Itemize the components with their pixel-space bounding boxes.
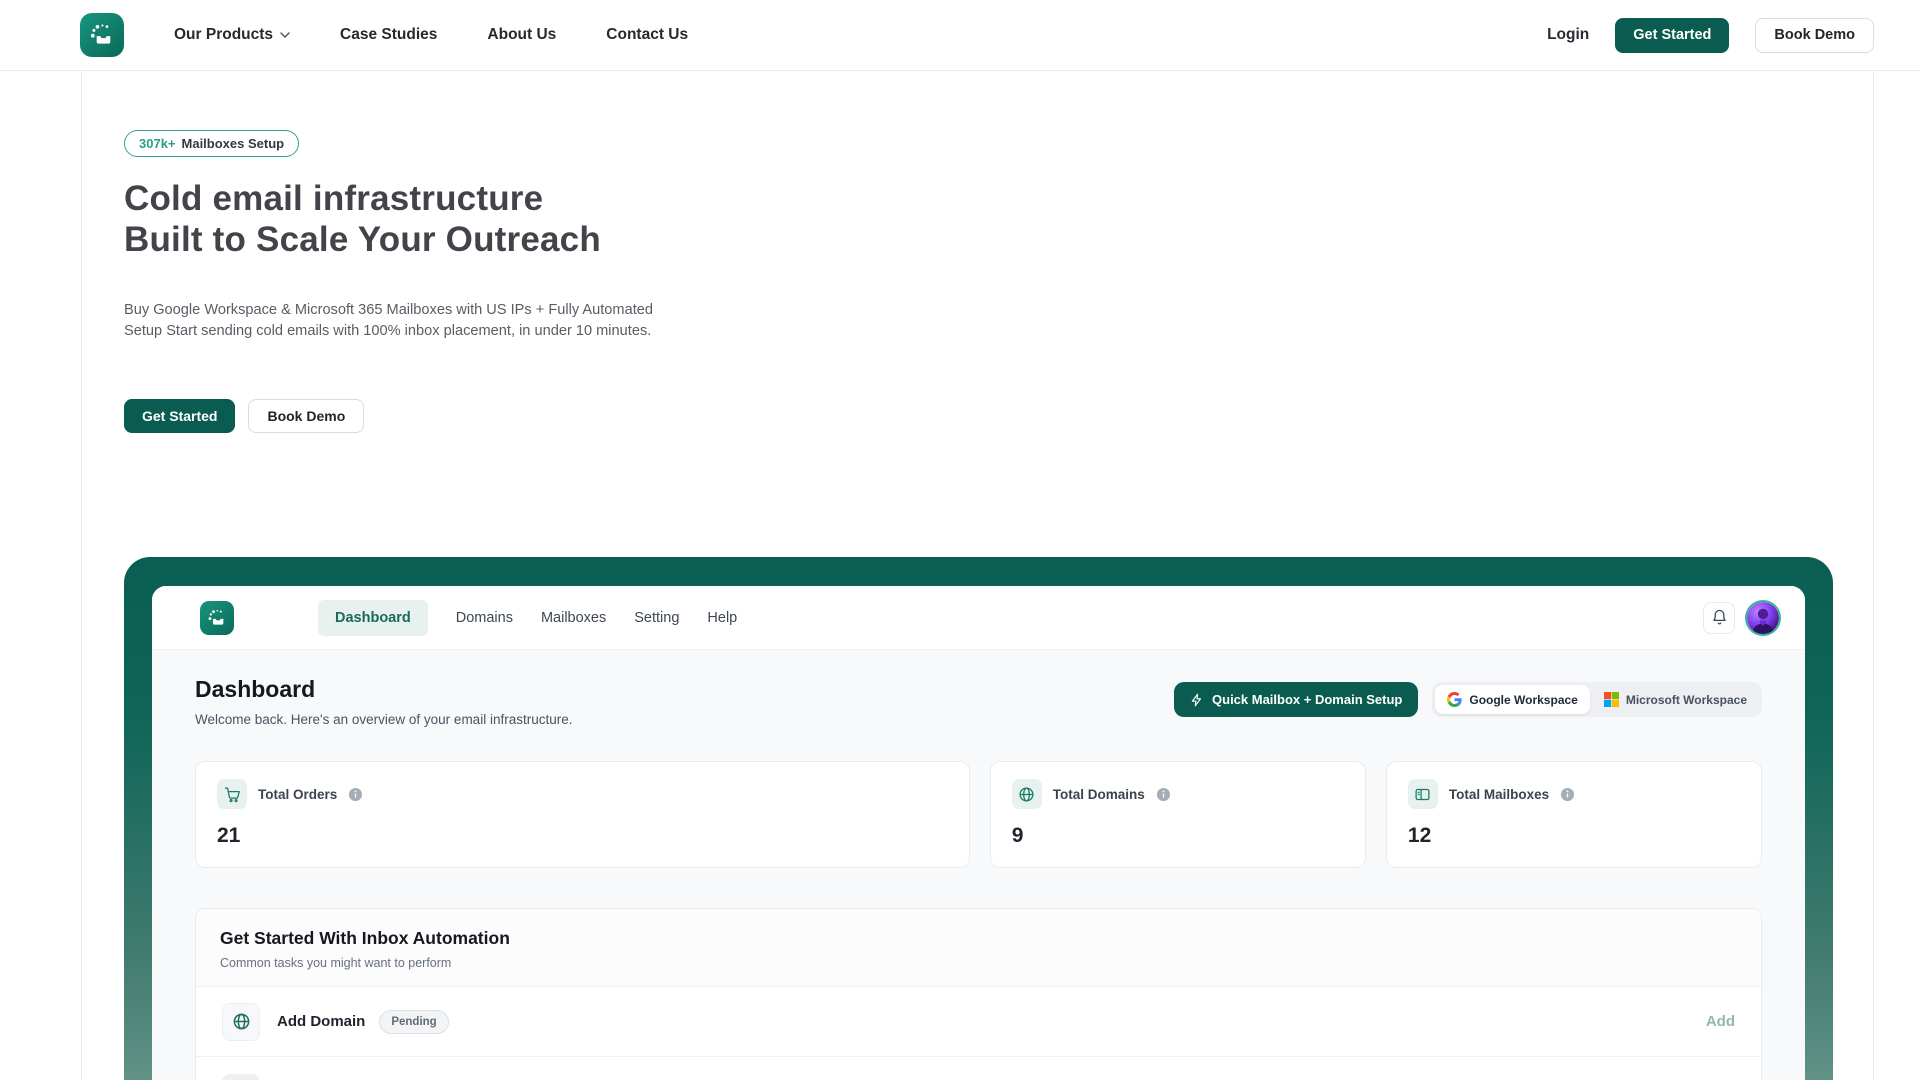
google-workspace-label: Google Workspace [1469,692,1578,707]
dashboard-tab-dashboard[interactable]: Dashboard [318,599,428,636]
hero-section: 307k+ Mailboxes Setup Cold email infrast… [82,71,1873,433]
automation-header: Get Started With Inbox Automation Common… [196,909,1761,987]
hero-buttons: Get Started Book Demo [124,399,1873,433]
globe-icon [222,1002,260,1041]
nav-about-us[interactable]: About Us [487,26,556,44]
add-link[interactable]: Add [1706,1013,1735,1030]
chevron-down-icon [280,32,290,38]
bell-icon [1712,609,1726,625]
status-badge: Pending [379,1009,449,1034]
page-subtitle: Welcome back. Here's an overview of your… [195,712,573,727]
mailbox-icon [1407,779,1438,809]
automation-row-add-domain[interactable]: Add Domain Pending Add [196,987,1761,1057]
dashboard-tab-domains[interactable]: Domains [456,610,513,626]
cart-icon [217,779,247,809]
logo-icon [208,609,224,625]
dashboard-preview-frame: Dashboard Domains Mailboxes Setting Help [124,557,1833,1080]
hero-description-line2: Setup Start sending cold emails with 100… [124,323,652,339]
dashboard-logo[interactable] [200,600,234,635]
row-label: Add Domain [277,1013,366,1030]
dashboard-header: Dashboard Welcome back. Here's an overvi… [195,676,1762,727]
dashboard-tab-mailboxes[interactable]: Mailboxes [541,610,606,626]
stat-label: Total Orders [258,786,338,802]
hero-title-line2: Built to Scale Your Outreach [124,220,601,259]
info-icon[interactable] [348,787,363,802]
task-icon [222,1074,260,1080]
nav-case-studies[interactable]: Case Studies [340,26,437,44]
globe-icon [1011,779,1042,809]
microsoft-workspace-segment[interactable]: Microsoft Workspace [1592,685,1759,714]
hero-get-started-button[interactable]: Get Started [124,399,236,433]
dashboard-tab-setting[interactable]: Setting [634,610,679,626]
bolt-icon [1191,693,1202,706]
stat-value: 12 [1407,824,1432,847]
google-workspace-segment[interactable]: Google Workspace [1435,685,1590,714]
badge-count: 307k+ [139,136,176,151]
mailboxes-setup-badge: 307k+ Mailboxes Setup [124,130,300,157]
main-nav: Our Products Case Studies About Us Conta… [174,26,688,44]
login-link[interactable]: Login [1547,26,1589,44]
automation-title: Get Started With Inbox Automation [220,928,510,948]
nav-label: Contact Us [606,26,689,43]
get-started-button[interactable]: Get Started [1615,17,1730,53]
nav-label: Case Studies [340,26,438,43]
topbar-right [1703,601,1779,634]
hero-title: Cold email infrastructure Built to Scale… [124,178,1873,260]
hero-description-line1: Buy Google Workspace & Microsoft 365 Mai… [124,302,653,318]
workspace-toggle: Google Workspace Microsoft Workspace [1432,682,1762,717]
stat-card-total-mailboxes: Total Mailboxes 12 [1385,761,1762,868]
stat-label: Total Domains [1052,786,1145,802]
dashboard-panel: Dashboard Domains Mailboxes Setting Help [152,586,1805,1080]
dashboard-tab-help[interactable]: Help [707,610,737,626]
info-icon[interactable] [1156,787,1171,802]
header-actions: Login Get Started Book Demo [1547,17,1874,53]
stat-card-total-orders: Total Orders 21 [195,761,970,868]
automation-row-partial[interactable] [196,1057,1761,1080]
quick-setup-label: Quick Mailbox + Domain Setup [1212,692,1403,707]
nav-label: About Us [487,26,557,43]
google-icon [1447,692,1463,707]
header-controls: Quick Mailbox + Domain Setup Google Work… [1174,682,1762,717]
stat-value: 21 [217,824,241,847]
site-header: Our Products Case Studies About Us Conta… [0,0,1920,71]
automation-subtitle: Common tasks you might want to perform [220,956,452,970]
stat-value: 9 [1011,824,1024,847]
logo-icon [90,24,111,44]
book-demo-button[interactable]: Book Demo [1755,17,1874,53]
hero-title-line1: Cold email infrastructure [124,179,544,218]
nav-contact-us[interactable]: Contact Us [606,26,688,44]
nav-our-products[interactable]: Our Products [174,26,290,44]
hero-description: Buy Google Workspace & Microsoft 365 Mai… [124,300,1873,342]
page-title: Dashboard [195,676,316,702]
site-logo[interactable] [80,13,124,57]
stat-label: Total Mailboxes [1448,786,1550,802]
page-container: 307k+ Mailboxes Setup Cold email infrast… [81,71,1874,1080]
dashboard-nav: Dashboard Domains Mailboxes Setting Help [318,599,737,636]
microsoft-icon [1603,692,1619,707]
notifications-button[interactable] [1703,601,1735,634]
info-icon[interactable] [1560,787,1575,802]
badge-text: Mailboxes Setup [181,136,285,151]
avatar-image [1747,601,1779,634]
quick-setup-button[interactable]: Quick Mailbox + Domain Setup [1174,682,1419,717]
dashboard-title-block: Dashboard Welcome back. Here's an overvi… [195,676,572,727]
dashboard-content: Dashboard Welcome back. Here's an overvi… [152,650,1805,1080]
stat-card-total-domains: Total Domains 9 [989,761,1366,868]
hero-book-demo-button[interactable]: Book Demo [248,399,365,433]
dashboard-topbar: Dashboard Domains Mailboxes Setting Help [152,586,1805,650]
inbox-automation-card: Get Started With Inbox Automation Common… [195,908,1762,1080]
nav-label: Our Products [174,26,274,43]
user-avatar[interactable] [1747,601,1779,634]
stats-row: Total Orders 21 Total Domains 9 Total Ma… [195,761,1762,868]
microsoft-workspace-label: Microsoft Workspace [1625,692,1747,707]
